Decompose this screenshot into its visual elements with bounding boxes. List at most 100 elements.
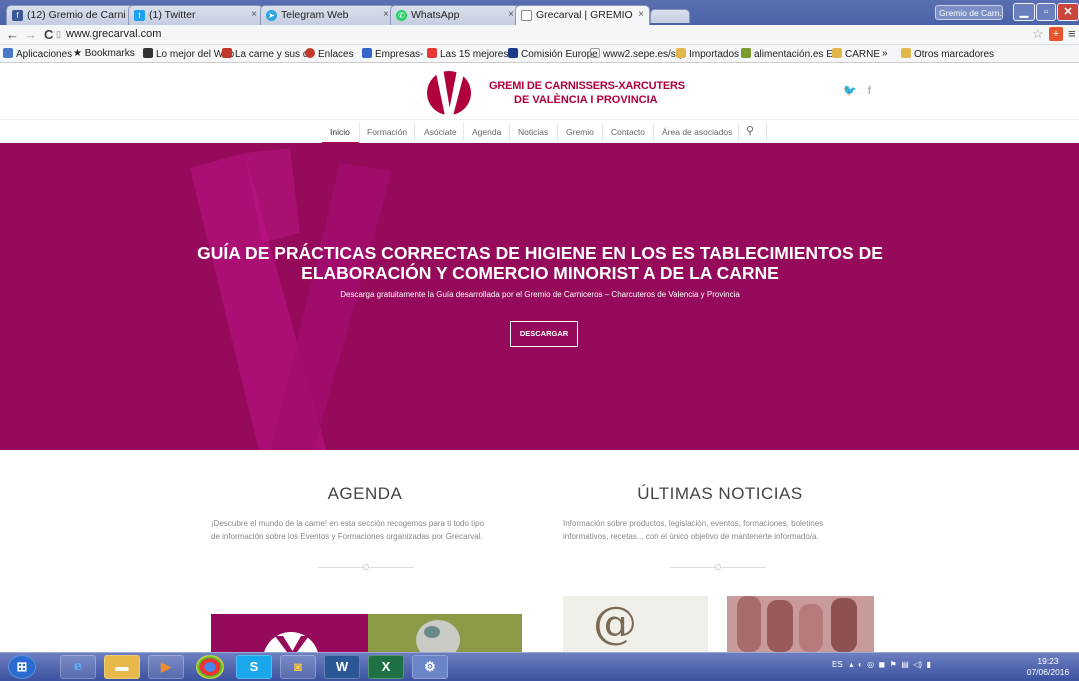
hero-banner: GUÍA DE PRÁCTICAS CORRECTAS DE HIGIENE E… bbox=[0, 143, 1079, 450]
bookmark-las-15[interactable]: Las 15 mejores w bbox=[427, 48, 518, 60]
extension-icon[interactable]: + bbox=[1049, 27, 1063, 41]
settings-app-icon[interactable]: ⚙ bbox=[412, 655, 448, 679]
agenda-image-event[interactable] bbox=[368, 614, 522, 652]
tab-label: (1) Twitter bbox=[149, 9, 196, 21]
forward-arrow-icon[interactable]: → bbox=[24, 27, 37, 42]
bookmark-icon bbox=[427, 48, 437, 58]
logo-text-line1: GREMI DE CARNISSERS-XARCUTERS bbox=[489, 80, 685, 92]
tab-label: (12) Gremio de Carni bbox=[27, 9, 126, 21]
start-button[interactable]: ⊞ bbox=[8, 655, 36, 679]
close-tab-icon[interactable]: × bbox=[383, 9, 389, 20]
agenda-text: ¡Descubre el mundo de la carne! en esta … bbox=[211, 519, 485, 541]
word-icon[interactable]: W bbox=[324, 655, 360, 679]
back-arrow-icon[interactable]: ← bbox=[6, 27, 19, 42]
tab-telegram[interactable]: ➤ Telegram Web × bbox=[260, 5, 395, 25]
logo-icon[interactable] bbox=[423, 68, 475, 116]
internet-explorer-icon[interactable]: e bbox=[60, 655, 96, 679]
file-explorer-icon[interactable]: ▬ bbox=[104, 655, 140, 679]
tab-facebook[interactable]: f (12) Gremio de Carni × bbox=[6, 5, 146, 25]
star-icon[interactable]: ☆ bbox=[1032, 26, 1044, 42]
bookmark-icon bbox=[143, 48, 153, 58]
bookmark-carne[interactable]: CARNE bbox=[832, 48, 880, 60]
search-icon[interactable]: ⚲ bbox=[746, 124, 754, 137]
page-icon: ▯ bbox=[56, 29, 61, 39]
photo-viewer-icon[interactable]: ◙ bbox=[280, 655, 316, 679]
nav-separator bbox=[359, 123, 360, 141]
close-tab-icon[interactable]: × bbox=[251, 9, 257, 20]
url-field[interactable]: www.grecarval.com bbox=[66, 28, 161, 40]
nav-noticias[interactable]: Noticias bbox=[518, 127, 548, 137]
close-window-button[interactable]: ✕ bbox=[1057, 3, 1079, 21]
agenda-image-logo[interactable] bbox=[211, 614, 368, 652]
nav-asociate[interactable]: Asóciate bbox=[424, 127, 457, 137]
tab-label: Telegram Web bbox=[281, 9, 349, 21]
chrome-icon[interactable] bbox=[196, 655, 224, 679]
bookmark-sepe[interactable]: www2.sepe.es/sq bbox=[590, 48, 681, 60]
folder-icon bbox=[676, 48, 686, 58]
tab-label: WhatsApp bbox=[411, 9, 460, 21]
bookmark-lo-mejor[interactable]: Lo mejor del Web bbox=[143, 48, 234, 60]
nav-separator bbox=[766, 123, 767, 141]
page-icon bbox=[590, 48, 600, 58]
agenda-divider bbox=[318, 564, 414, 570]
bookmark-la-carne[interactable]: La carne y sus de bbox=[222, 48, 314, 60]
social-icons[interactable]: 🐦 f bbox=[843, 84, 871, 97]
skype-icon[interactable]: S bbox=[236, 655, 272, 679]
taskbar-clock[interactable]: 19:23 07/06/2016 bbox=[1019, 656, 1077, 678]
bookmark-icon bbox=[362, 48, 372, 58]
nav-contacto[interactable]: Contacto bbox=[611, 127, 645, 137]
menu-icon[interactable]: ≡ bbox=[1068, 26, 1076, 41]
browser-tab-bar: f (12) Gremio de Carni × t (1) Twitter ×… bbox=[0, 0, 1079, 25]
bookmarks-bar: Aplicaciones ★ Bookmarks Lo mejor del We… bbox=[0, 45, 1079, 63]
nav-separator bbox=[414, 123, 415, 141]
address-bar-row: ← → C ▯ www.grecarval.com ☆ + ≡ bbox=[0, 25, 1079, 45]
bookmark-bookmarks[interactable]: ★ Bookmarks bbox=[73, 48, 135, 59]
hero-title: GUÍA DE PRÁCTICAS CORRECTAS DE HIGIENE E… bbox=[197, 243, 883, 283]
bookmark-alimentacion[interactable]: alimentación.es E bbox=[741, 48, 833, 60]
tab-grecarval[interactable]: Grecarval | GREMIO × bbox=[515, 5, 650, 25]
close-tab-icon[interactable]: × bbox=[508, 9, 514, 20]
clock-time: 19:23 bbox=[1037, 656, 1059, 666]
tab-whatsapp[interactable]: ✆ WhatsApp × bbox=[390, 5, 520, 25]
news-image-sausages[interactable] bbox=[727, 596, 874, 652]
nav-separator bbox=[738, 123, 739, 141]
bookmarks-overflow[interactable]: » bbox=[882, 48, 888, 59]
reload-icon[interactable]: C bbox=[44, 27, 53, 42]
bookmark-empresas[interactable]: Empresas- bbox=[362, 48, 423, 60]
nav-separator bbox=[509, 123, 510, 141]
language-indicator[interactable]: ES bbox=[832, 660, 843, 669]
telegram-icon: ➤ bbox=[266, 10, 277, 21]
bookmark-otros[interactable]: Otros marcadores bbox=[901, 48, 994, 60]
bookmark-importados[interactable]: Importados bbox=[676, 48, 739, 60]
close-tab-icon[interactable]: × bbox=[638, 9, 644, 20]
nav-agenda[interactable]: Agenda bbox=[472, 127, 501, 137]
facebook-icon: f bbox=[12, 10, 23, 21]
event-photo-icon bbox=[416, 620, 460, 652]
excel-icon[interactable]: X bbox=[368, 655, 404, 679]
media-player-icon[interactable]: ▶ bbox=[148, 655, 184, 679]
star-icon: ★ bbox=[73, 48, 85, 59]
nav-gremio[interactable]: Gremio bbox=[566, 127, 594, 137]
tray-icons[interactable]: ▴ ◐ ◎ ◼ ⚑ ▤ ◁) ▮ bbox=[845, 660, 931, 669]
download-button[interactable]: DESCARGAR bbox=[510, 321, 578, 347]
logo-text-line2: DE VALÈNCIA I PROVINCIA bbox=[514, 94, 658, 106]
bookmark-comision[interactable]: Comisión Europe bbox=[508, 48, 598, 60]
whatsapp-icon: ✆ bbox=[396, 10, 407, 21]
nav-separator bbox=[602, 123, 603, 141]
folder-icon bbox=[832, 48, 842, 58]
nav-area-asociados[interactable]: Área de asociados bbox=[662, 127, 732, 137]
bookmark-apps[interactable]: Aplicaciones bbox=[3, 48, 72, 60]
page-icon bbox=[521, 10, 532, 21]
system-tray: ES ▴ ◐ ◎ ◼ ⚑ ▤ ◁) ▮ bbox=[832, 660, 931, 669]
tab-twitter[interactable]: t (1) Twitter × bbox=[128, 5, 263, 25]
nav-inicio[interactable]: Inicio bbox=[330, 127, 350, 137]
bookmark-enlaces[interactable]: Enlaces bbox=[305, 48, 354, 60]
minimize-button[interactable]: ▁ bbox=[1013, 3, 1035, 21]
news-image-email[interactable]: @ bbox=[563, 596, 708, 652]
nav-separator bbox=[653, 123, 654, 141]
new-tab-button[interactable] bbox=[650, 9, 690, 23]
window-user-badge[interactable]: Gremio de Carn... bbox=[935, 5, 1003, 20]
maximize-button[interactable]: ▫ bbox=[1036, 3, 1056, 21]
nav-formacion[interactable]: Formación bbox=[367, 127, 407, 137]
news-text: Información sobre productos, legislación… bbox=[563, 519, 824, 541]
